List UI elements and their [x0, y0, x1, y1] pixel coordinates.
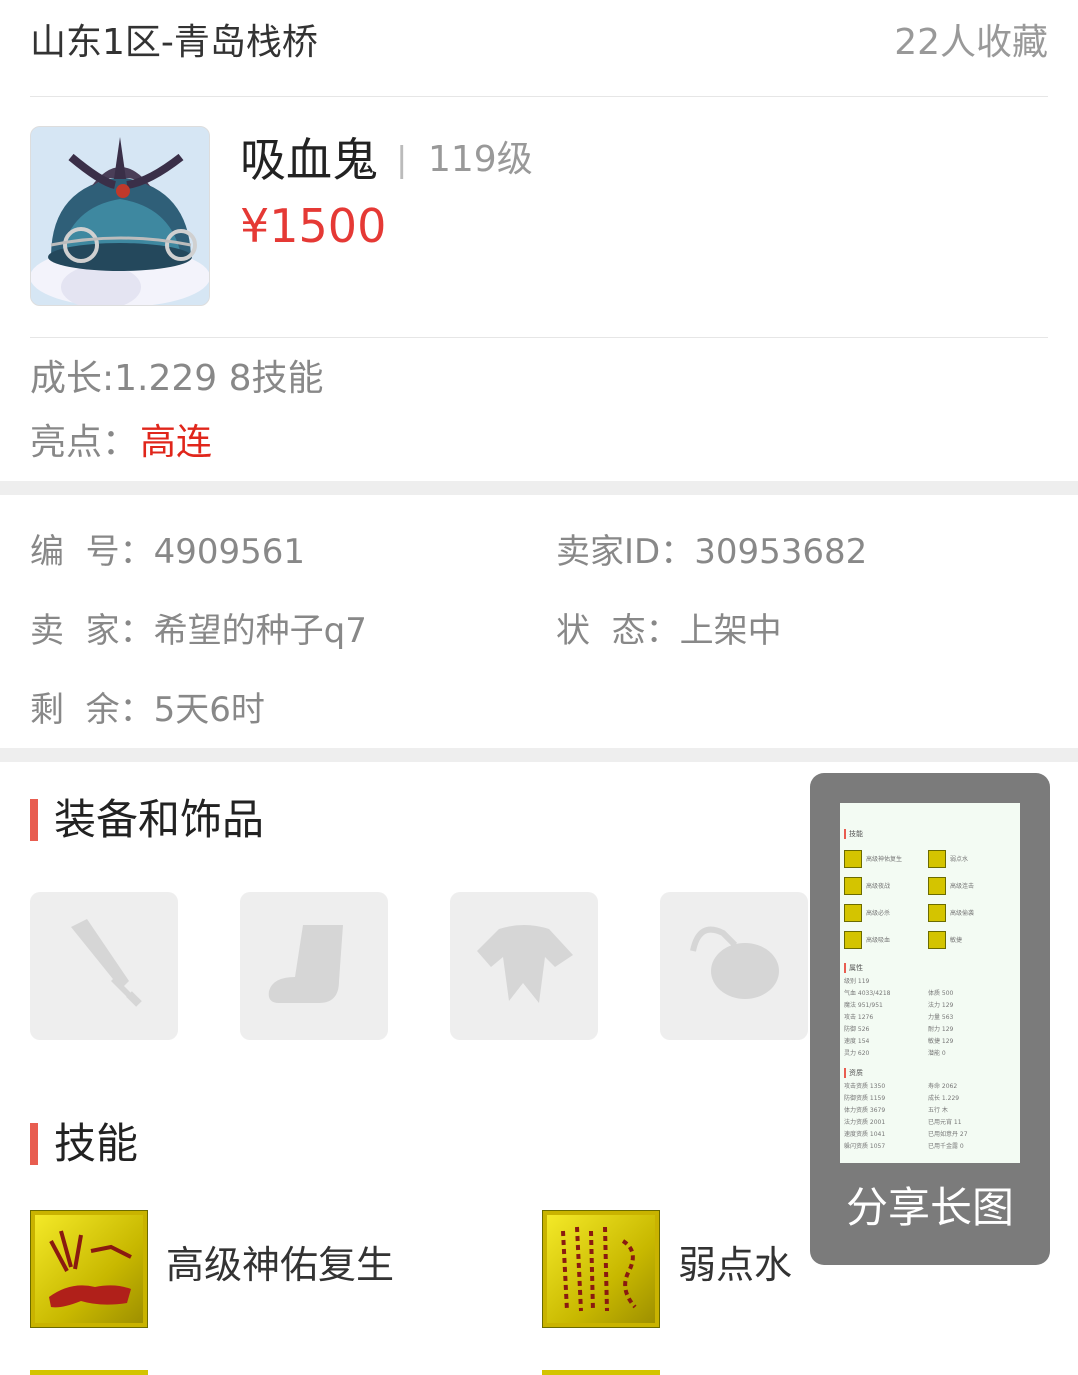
status-row: 状 态：上架中 [556, 607, 782, 655]
mini-apt: 成长 1.229 [928, 1095, 960, 1102]
mini-attr: 力量 563 [928, 1014, 954, 1021]
divider [30, 96, 1048, 97]
status-value: 上架中 [679, 611, 782, 651]
mini-apt: 体力资质 3679 [844, 1107, 886, 1114]
share-long-image-label[interactable]: 分享长图 [810, 1178, 1050, 1238]
mini-skills-title: 技能 [844, 829, 1016, 839]
mini-skill-icon [928, 876, 946, 895]
mini-apt: 寿命 2062 [928, 1083, 958, 1090]
name-level-separator: | [396, 140, 408, 180]
pet-avatar[interactable] [30, 126, 210, 306]
mini-apt: 法力资质 2001 [844, 1119, 886, 1126]
mini-attr: 速度 154 [844, 1038, 870, 1045]
skill-name: 弱点水 [678, 1243, 793, 1287]
mini-skill-name: 弱点水 [950, 856, 969, 863]
pet-level: 119级 [428, 139, 533, 180]
mini-apt: 已用元宵 11 [928, 1119, 962, 1126]
mini-attr: 潜能 0 [928, 1050, 946, 1057]
skill-icon-partial [30, 1370, 148, 1375]
mini-apt-title: 资质 [844, 1068, 1016, 1078]
mini-attr-blank [928, 976, 1012, 988]
mini-skill-name: 敏捷 [950, 937, 963, 944]
server-name: 山东1区-青岛栈桥 [30, 22, 318, 63]
weapon-icon [71, 919, 142, 1007]
revive-skill-icon[interactable] [30, 1210, 148, 1328]
highlight-label: 亮点： [30, 422, 139, 463]
skills-section-title: 技能 [54, 1119, 139, 1168]
remaining-label: 剩 余： [30, 690, 154, 730]
skill-icon-partial [542, 1370, 660, 1375]
mini-skill-name: 高级夜战 [866, 883, 891, 890]
seller-label: 卖 家： [30, 611, 154, 651]
mini-attr: 法力 129 [928, 1002, 954, 1009]
section-gap [0, 748, 1078, 762]
seller-id-row: 卖家ID：30953682 [556, 528, 867, 576]
skill-name: 高级神佑复生 [166, 1243, 395, 1287]
weak-water-skill-art [561, 1226, 637, 1312]
seller-value[interactable]: 希望的种子q7 [154, 611, 367, 651]
item-id-row: 编 号：4909561 [30, 528, 305, 576]
mini-attr: 防御 526 [844, 1026, 870, 1033]
mini-skill-icon [844, 849, 862, 868]
mini-skill-name: 高级连击 [950, 883, 975, 890]
mini-attr: 体质 500 [928, 990, 954, 997]
mini-attr: 气血 4033/4218 [844, 990, 891, 997]
section-marker [30, 799, 38, 841]
mini-skill-icon [928, 903, 946, 922]
mini-skill-icon [844, 876, 862, 895]
accessory-icon [690, 926, 779, 999]
mini-skill-name: 高级神佑复生 [866, 856, 903, 863]
mini-attr-title: 属性 [844, 963, 1016, 973]
mini-apt: 已用千金露 0 [928, 1143, 964, 1150]
armor-icon [477, 925, 573, 1003]
boot-icon [268, 925, 343, 1003]
mini-skill-icon [928, 849, 946, 868]
equipment-slot-boots[interactable] [240, 892, 388, 1040]
pet-price: ¥1500 [240, 199, 387, 253]
mini-attr: 敏捷 129 [928, 1038, 954, 1045]
seller-row: 卖 家：希望的种子q7 [30, 607, 367, 655]
share-preview-thumbnail: 技能 高级神佑复生 弱点水 高级夜战 高级连击 高级必杀 高级偷袭 高级吸血 敏… [840, 803, 1020, 1163]
equipment-section-title: 装备和饰品 [54, 795, 265, 844]
mini-apt: 防御资质 1159 [844, 1095, 886, 1102]
equipment-slot-accessory[interactable] [660, 892, 808, 1040]
vampire-pet-image [31, 127, 209, 305]
weak-water-skill-icon[interactable] [542, 1210, 660, 1328]
seller-id-value: 30953682 [694, 532, 868, 572]
mini-skill-icon [928, 930, 946, 949]
equipment-slot-weapon[interactable] [30, 892, 178, 1040]
mini-skill-name: 高级吸血 [866, 937, 891, 944]
equipment-slot-armor[interactable] [450, 892, 598, 1040]
mini-attr: 魔法 951/951 [844, 1002, 883, 1009]
seller-id-label: 卖家ID： [556, 532, 695, 572]
mini-apt: 躲闪资质 1057 [844, 1143, 886, 1150]
item-id-value: 4909561 [153, 532, 306, 572]
mini-apt: 五行 木 [928, 1107, 948, 1114]
mini-attr: 耐力 129 [928, 1026, 954, 1033]
remaining-value: 5天6时 [153, 690, 265, 730]
pet-name: 吸血鬼 [240, 133, 378, 187]
growth-skills-summary: 成长:1.229 8技能 [30, 358, 324, 399]
mini-skill-name: 高级必杀 [866, 910, 891, 917]
mini-attr: 攻击 1276 [844, 1014, 874, 1021]
revive-skill-art [49, 1230, 132, 1308]
mini-skill-name: 高级偷袭 [950, 910, 975, 917]
remaining-row: 剩 余：5天6时 [30, 686, 265, 734]
mini-skill-icon [844, 903, 862, 922]
section-gap [0, 481, 1078, 495]
mini-apt: 攻击资质 1350 [844, 1083, 886, 1090]
mini-attr: 级别 119 [844, 978, 870, 985]
favorites-count[interactable]: 22人收藏 [894, 18, 1048, 68]
divider [30, 337, 1048, 338]
mini-apt: 速度资质 1041 [844, 1131, 886, 1138]
mini-attr: 灵力 620 [844, 1050, 870, 1057]
item-id-label: 编 号： [30, 532, 154, 572]
mini-skill-icon [844, 930, 862, 949]
status-label: 状 态： [556, 611, 680, 651]
highlight-value: 高连 [140, 422, 213, 463]
mini-apt: 已用如意丹 27 [928, 1131, 968, 1138]
section-marker [30, 1123, 38, 1165]
